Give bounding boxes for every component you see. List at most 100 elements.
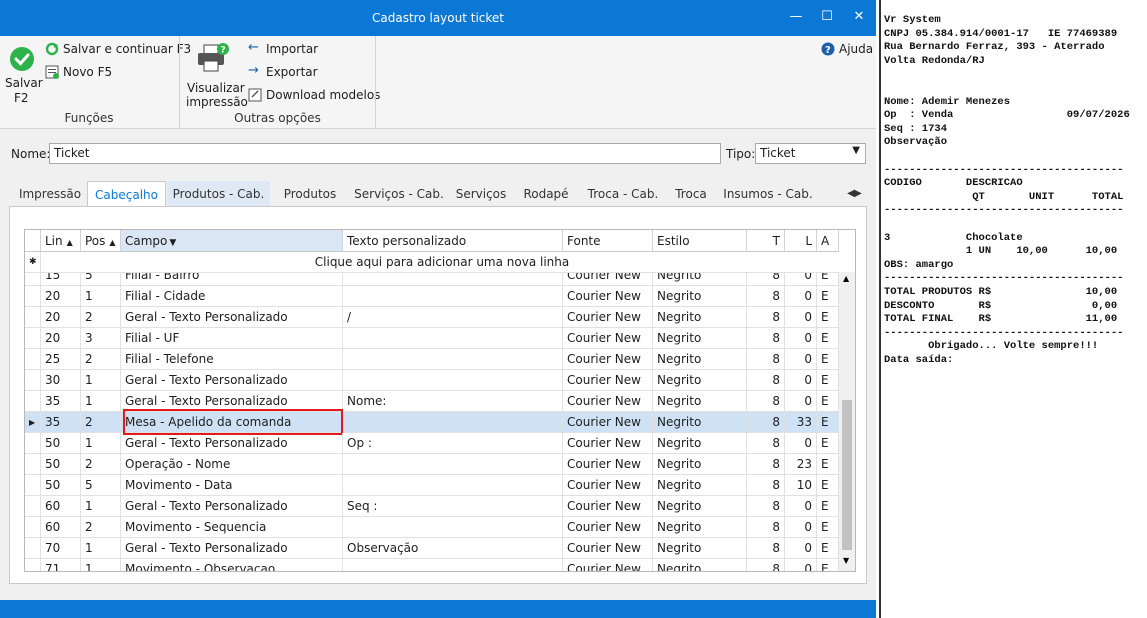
- download-models-button[interactable]: Download modelos: [248, 87, 380, 105]
- cell-t[interactable]: 8: [747, 538, 785, 559]
- table-row[interactable]: 20 3 Filial - UF Courier New Negrito 8 0 E: [25, 328, 839, 349]
- cell-t[interactable]: 8: [747, 496, 785, 517]
- table-row[interactable]: 20 2 Geral - Texto Personalizado / Courier N…: [25, 307, 839, 328]
- cell-t[interactable]: 8: [747, 328, 785, 349]
- cell-a[interactable]: E: [817, 538, 839, 559]
- cell-estilo[interactable]: Negrito: [653, 538, 747, 559]
- minimize-button[interactable]: —: [786, 8, 806, 26]
- cell-estilo[interactable]: Negrito: [653, 454, 747, 475]
- cell-estilo[interactable]: Negrito: [653, 475, 747, 496]
- tab-troca[interactable]: Troca: [669, 181, 713, 207]
- name-input[interactable]: Ticket: [49, 143, 721, 164]
- cell-estilo[interactable]: Negrito: [653, 349, 747, 370]
- cell-estilo[interactable]: Negrito: [653, 517, 747, 538]
- col-header-estilo[interactable]: Estilo: [653, 230, 747, 252]
- tab-scroll-right-icon[interactable]: ▶: [852, 181, 864, 207]
- cell-estilo[interactable]: Negrito: [653, 370, 747, 391]
- cell-fonte[interactable]: Courier New: [563, 391, 653, 412]
- cell-estilo[interactable]: Negrito: [653, 286, 747, 307]
- cell-texto[interactable]: [343, 412, 563, 433]
- help-button[interactable]: ? Ajuda: [821, 41, 873, 59]
- col-header-fonte[interactable]: Fonte: [563, 230, 653, 252]
- table-row[interactable]: 25 2 Filial - Telefone Courier New Negrito 8 0…: [25, 349, 839, 370]
- type-select[interactable]: Ticket ▼: [755, 143, 866, 164]
- cell-estilo[interactable]: Negrito: [653, 328, 747, 349]
- cell-estilo[interactable]: Negrito: [653, 559, 747, 571]
- cell-pos[interactable]: 1: [81, 286, 121, 307]
- cell-texto[interactable]: Observação: [343, 538, 563, 559]
- cell-a[interactable]: E: [817, 349, 839, 370]
- cell-a[interactable]: E: [817, 496, 839, 517]
- cell-texto[interactable]: [343, 475, 563, 496]
- cell-a[interactable]: E: [817, 559, 839, 571]
- cell-t[interactable]: 8: [747, 307, 785, 328]
- tab-produtos[interactable]: Produtos: [275, 181, 345, 207]
- cell-estilo[interactable]: Negrito: [653, 391, 747, 412]
- cell-l[interactable]: 33: [785, 412, 817, 433]
- cell-a[interactable]: E: [817, 475, 839, 496]
- cell-texto[interactable]: [343, 454, 563, 475]
- cell-fonte[interactable]: Courier New: [563, 370, 653, 391]
- cell-lin[interactable]: 35: [41, 391, 81, 412]
- cell-texto[interactable]: [343, 349, 563, 370]
- new-row[interactable]: ✱ Clique aqui para adicionar uma nova li…: [25, 252, 839, 273]
- cell-fonte[interactable]: Courier New: [563, 475, 653, 496]
- cell-l[interactable]: 0: [785, 496, 817, 517]
- col-header-campo[interactable]: Campo ▼: [121, 230, 343, 252]
- table-row[interactable]: 20 1 Filial - Cidade Courier New Negrito 8 0 E: [25, 286, 839, 307]
- cell-t[interactable]: 8: [747, 475, 785, 496]
- col-header-lin[interactable]: Lin ▲: [41, 230, 81, 252]
- cell-texto[interactable]: [343, 286, 563, 307]
- cell-lin[interactable]: 60: [41, 517, 81, 538]
- cell-a[interactable]: E: [817, 454, 839, 475]
- cell-estilo[interactable]: Negrito: [653, 307, 747, 328]
- cell-fonte[interactable]: Courier New: [563, 328, 653, 349]
- col-header-l[interactable]: L: [785, 230, 817, 252]
- cell-pos[interactable]: 2: [81, 517, 121, 538]
- cell-pos[interactable]: 2: [81, 307, 121, 328]
- table-row[interactable]: 50 1 Geral - Texto Personalizado Op : Courie…: [25, 433, 839, 454]
- cell-l[interactable]: 0: [785, 286, 817, 307]
- table-row[interactable]: 50 5 Movimento - Data Courier New Negrito 8 10…: [25, 475, 839, 496]
- table-row[interactable]: 71 1 Movimento - Observacao Courier New Negr…: [25, 559, 839, 571]
- cell-estilo[interactable]: Negrito: [653, 412, 747, 433]
- cell-l[interactable]: 0: [785, 370, 817, 391]
- table-row[interactable]: 70 1 Geral - Texto Personalizado Observação…: [25, 538, 839, 559]
- cell-fonte[interactable]: Courier New: [563, 454, 653, 475]
- maximize-button[interactable]: ☐: [817, 8, 837, 26]
- cell-campo[interactable]: Filial - UF: [121, 328, 343, 349]
- cell-t[interactable]: 8: [747, 349, 785, 370]
- cell-pos[interactable]: 1: [81, 559, 121, 571]
- cell-a[interactable]: E: [817, 370, 839, 391]
- scroll-down-icon[interactable]: ▼: [843, 556, 849, 565]
- cell-pos[interactable]: 1: [81, 538, 121, 559]
- cell-lin[interactable]: 20: [41, 307, 81, 328]
- cell-fonte[interactable]: Courier New: [563, 412, 653, 433]
- cell-lin[interactable]: 60: [41, 496, 81, 517]
- cell-lin[interactable]: 20: [41, 328, 81, 349]
- tab-produtos-cab[interactable]: Produtos - Cab.: [167, 181, 270, 207]
- cell-campo[interactable]: Operação - Nome: [121, 454, 343, 475]
- cell-pos[interactable]: 2: [81, 349, 121, 370]
- cell-a[interactable]: E: [817, 328, 839, 349]
- cell-lin[interactable]: 71: [41, 559, 81, 571]
- cell-fonte[interactable]: Courier New: [563, 286, 653, 307]
- cell-lin[interactable]: 70: [41, 538, 81, 559]
- cell-t[interactable]: 8: [747, 286, 785, 307]
- tab-servicos-cab[interactable]: Serviços - Cab.: [349, 181, 449, 207]
- cell-pos[interactable]: 1: [81, 370, 121, 391]
- cell-texto[interactable]: Op :: [343, 433, 563, 454]
- table-row[interactable]: 50 2 Operação - Nome Courier New Negrito 8 23 E: [25, 454, 839, 475]
- cell-texto[interactable]: Seq :: [343, 496, 563, 517]
- table-row[interactable]: 30 1 Geral - Texto Personalizado Courier Ne…: [25, 370, 839, 391]
- cell-t[interactable]: 8: [747, 370, 785, 391]
- cell-pos[interactable]: 1: [81, 391, 121, 412]
- save-button[interactable]: Salvar F2: [3, 40, 43, 108]
- cell-fonte[interactable]: Courier New: [563, 559, 653, 571]
- cell-fonte[interactable]: Courier New: [563, 349, 653, 370]
- cell-l[interactable]: 0: [785, 391, 817, 412]
- cell-t[interactable]: 8: [747, 559, 785, 571]
- cell-texto[interactable]: [343, 559, 563, 571]
- cell-a[interactable]: E: [817, 433, 839, 454]
- cell-campo[interactable]: Filial - Telefone: [121, 349, 343, 370]
